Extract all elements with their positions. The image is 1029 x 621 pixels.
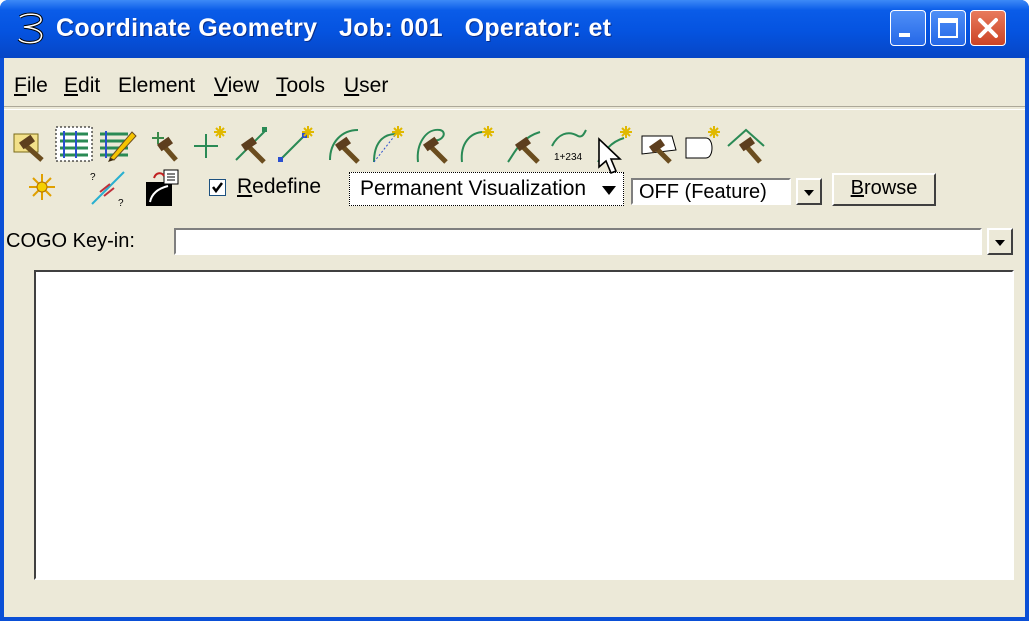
curve-hammer-icon <box>416 128 448 164</box>
chevron-down-icon <box>804 190 814 196</box>
menu-view-mnemonic: V <box>214 74 228 97</box>
menu-user-mnemonic: U <box>344 74 360 97</box>
line-hammer-button[interactable] <box>232 124 272 164</box>
chevron-down-icon <box>995 240 1005 246</box>
list-table-button[interactable] <box>54 124 94 164</box>
curve-new-button[interactable] <box>456 124 496 164</box>
close-icon <box>978 18 998 38</box>
arc-new-button[interactable] <box>366 124 406 164</box>
menu-tools[interactable]: Tools <box>276 74 325 98</box>
curve-hammer-button[interactable] <box>412 124 452 164</box>
visualization-dropdown[interactable]: Permanent Visualization <box>349 172 624 206</box>
browse-label: rowse <box>863 177 918 199</box>
visualization-settings-icon <box>146 169 179 206</box>
line-new-button[interactable] <box>276 124 316 164</box>
redefine-checkbox[interactable] <box>209 179 226 196</box>
explode-icon <box>29 174 55 200</box>
parcel-hammer-icon <box>641 135 677 164</box>
explode-button[interactable] <box>24 168 64 208</box>
menu-edit[interactable]: Edit <box>64 74 100 98</box>
edit-list-button[interactable] <box>98 124 138 164</box>
parcel-hammer-button[interactable] <box>638 124 678 164</box>
line-hammer-icon <box>235 127 267 164</box>
arc-hammer-icon <box>329 129 360 164</box>
menu-file-label: ile <box>26 74 48 97</box>
minimize-icon <box>899 33 910 37</box>
locate-point-button[interactable] <box>144 124 184 164</box>
store-point-button[interactable] <box>10 124 50 164</box>
coordinate-geometry-window: Coordinate Geometry Job: 001 Operator: e… <box>0 0 1029 621</box>
minimize-button[interactable] <box>890 10 926 46</box>
menu-tools-mnemonic: T <box>276 74 287 97</box>
keyin-history-dropdown-button[interactable] <box>987 228 1013 255</box>
menu-edit-label: dit <box>78 74 101 97</box>
feature-dropdown[interactable]: OFF (Feature) <box>631 178 791 205</box>
window-title: Coordinate Geometry Job: 001 Operator: e… <box>56 14 612 42</box>
menu-bar: File Edit Element View Tools User <box>4 74 1025 104</box>
parcel-new-button[interactable] <box>682 124 722 164</box>
menu-user[interactable]: User <box>344 74 388 98</box>
add-point-icon <box>194 126 226 158</box>
menu-view[interactable]: View <box>214 74 259 98</box>
title-bar[interactable]: Coordinate Geometry Job: 001 Operator: e… <box>0 0 1029 58</box>
menu-user-label: ser <box>359 74 389 97</box>
menu-separator <box>4 106 1025 110</box>
svg-text:?: ? <box>90 172 96 183</box>
menu-element-label: Element <box>118 74 196 97</box>
checkmark-icon <box>212 182 223 194</box>
parcel-new-icon <box>685 126 720 159</box>
arc-hammer-button[interactable] <box>324 124 364 164</box>
maximize-button[interactable] <box>930 10 966 46</box>
spiral-hammer-button[interactable] <box>504 124 544 164</box>
station-curve-button[interactable]: 1+234 <box>548 124 588 164</box>
inverse-line-button[interactable]: ?? <box>88 168 128 209</box>
chevron-down-icon <box>602 186 616 195</box>
cogo-output-area[interactable] <box>34 270 1014 580</box>
maximize-icon <box>938 18 958 38</box>
curve-new-icon <box>460 126 494 163</box>
menu-tools-label: ools <box>286 74 326 97</box>
menu-file-mnemonic: F <box>14 74 27 97</box>
close-button[interactable] <box>970 10 1006 46</box>
spiral-hammer-icon <box>507 131 541 164</box>
redefine-mnemonic: R <box>237 175 253 198</box>
inverse-line-icon: ?? <box>90 171 125 209</box>
mouse-cursor-icon <box>598 137 622 175</box>
feature-dropdown-button[interactable] <box>796 178 822 205</box>
store-point-icon <box>13 133 44 162</box>
station-curve-icon: 1+234 <box>551 129 587 163</box>
visualization-settings-button[interactable] <box>142 168 182 208</box>
menu-edit-mnemonic: E <box>64 74 79 97</box>
locate-point-icon <box>152 132 178 162</box>
add-point-button[interactable] <box>190 124 230 164</box>
menu-element[interactable]: Element <box>118 74 195 98</box>
browse-mnemonic: B <box>850 177 864 199</box>
window-client-area: File Edit Element View Tools User 1+234 … <box>4 58 1025 617</box>
alignment-hammer-icon <box>727 128 765 164</box>
cogo-keyin-label: COGO Key-in: <box>6 230 135 252</box>
app-logo-icon <box>17 12 44 45</box>
svg-text:1+234: 1+234 <box>554 152 583 163</box>
menu-view-label: iew <box>227 74 260 97</box>
browse-button[interactable]: Browse <box>832 173 936 206</box>
visualization-selected: Permanent Visualization <box>360 177 587 200</box>
svg-text:?: ? <box>118 198 124 208</box>
edit-list-icon <box>100 131 137 162</box>
redefine-label[interactable]: Redefine <box>237 175 321 199</box>
feature-selected: OFF (Feature) <box>639 181 767 203</box>
arc-new-icon <box>373 126 404 163</box>
redefine-label-text: edefine <box>252 175 322 198</box>
list-table-icon <box>55 126 93 162</box>
menu-file[interactable]: File <box>14 74 48 98</box>
line-new-icon <box>278 126 314 162</box>
alignment-hammer-button[interactable] <box>726 124 766 164</box>
cogo-keyin-input[interactable] <box>174 228 982 255</box>
